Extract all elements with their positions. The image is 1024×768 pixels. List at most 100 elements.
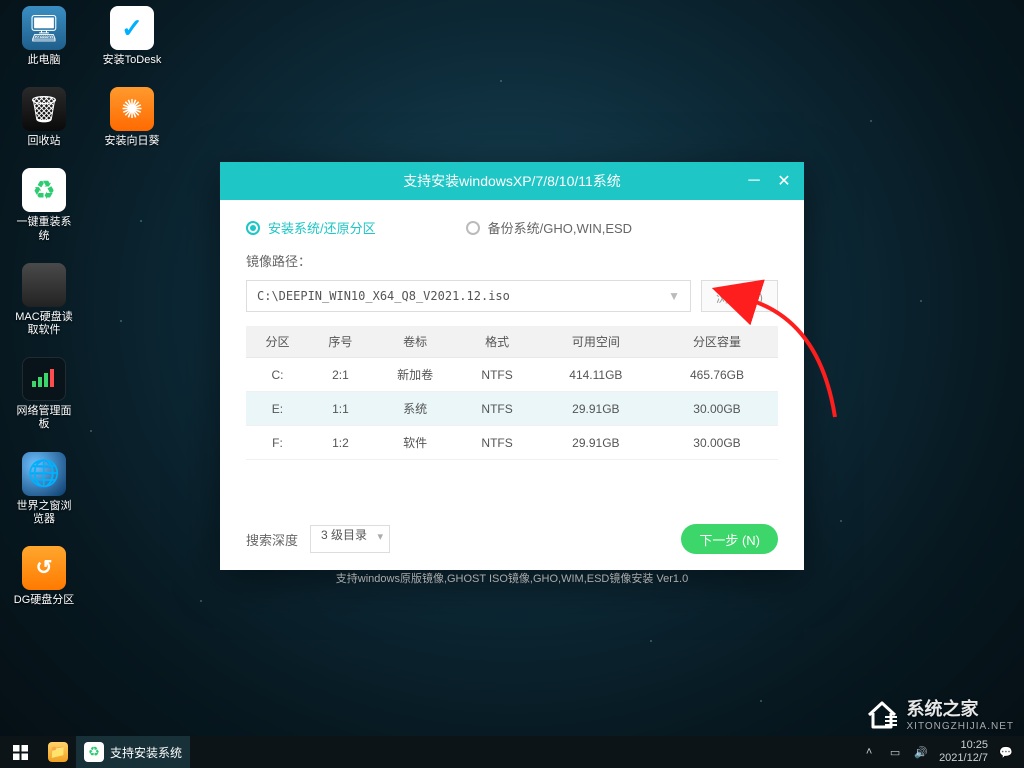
table-cell: 1:2 [309, 426, 372, 460]
image-path-combo[interactable]: C:\DEEPIN_WIN10_X64_Q8_V2021.12.iso ▼ [246, 280, 691, 312]
image-path-row: C:\DEEPIN_WIN10_X64_Q8_V2021.12.iso ▼ 浏览… [246, 280, 778, 312]
table-cell: NTFS [458, 392, 535, 426]
globe-icon: 🌐 [22, 452, 66, 496]
table-cell: 29.91GB [536, 392, 656, 426]
todesk-icon: ✓ [110, 6, 154, 50]
radio-backup[interactable]: 备份系统/GHO,WIN,ESD [466, 218, 632, 237]
icon-label: 安装ToDesk [103, 54, 162, 67]
col-index: 序号 [309, 326, 372, 358]
trash-icon: 🗑 [22, 87, 66, 131]
sunflower-icon: ✺ [110, 87, 154, 131]
watermark: 系统之家 XITONGZHIJIA.NET [865, 695, 1015, 732]
table-row[interactable]: E:1:1系统NTFS29.91GB30.00GB [246, 392, 778, 426]
tray-notifications-icon[interactable]: 💬 [998, 744, 1014, 760]
windows-icon [13, 745, 28, 760]
desktop-icon-net-panel[interactable]: 网络管理面板 [12, 357, 76, 431]
install-dialog: 支持安装windowsXP/7/8/10/11系统 ─ ✕ 安装系统/还原分区 … [220, 162, 804, 570]
search-depth-label: 搜索深度 [246, 530, 298, 549]
dialog-titlebar[interactable]: 支持安装windowsXP/7/8/10/11系统 ─ ✕ [220, 162, 804, 200]
taskbar-app-installer[interactable]: ♻ 支持安装系统 [76, 736, 190, 768]
icon-label: DG硬盘分区 [14, 594, 75, 607]
house-icon [865, 697, 899, 731]
partition-table: 分区 序号 卷标 格式 可用空间 分区容量 C:2:1新加卷NTFS414.11… [246, 326, 778, 460]
tray-chevron-icon[interactable]: ˄ [861, 744, 877, 760]
table-cell: C: [246, 358, 309, 392]
col-free: 可用空间 [536, 326, 656, 358]
icon-label: 安装向日葵 [105, 135, 160, 148]
dialog-body: 安装系统/还原分区 备份系统/GHO,WIN,ESD 镜像路径： C:\DEEP… [220, 200, 804, 596]
radio-dot-icon [246, 221, 260, 235]
desktop-icons: 🖥 此电脑 ✓ 安装ToDesk 🗑 回收站 ✺ 安装向日葵 ♻ 一键重装系统 [12, 6, 164, 607]
table-cell: 新加卷 [372, 358, 459, 392]
clock-time: 10:25 [939, 739, 988, 752]
minimize-button[interactable]: ─ [740, 168, 768, 194]
table-cell: 465.76GB [656, 358, 778, 392]
icon-label: 网络管理面板 [12, 405, 76, 431]
image-path-value: C:\DEEPIN_WIN10_X64_Q8_V2021.12.iso [257, 289, 668, 303]
desktop-icon-recycle-bin[interactable]: 🗑 回收站 [12, 87, 76, 148]
table-cell: 系统 [372, 392, 459, 426]
taskbar: 📁 ♻ 支持安装系统 ˄ ▭ 🔊 10:25 2021/12/7 💬 [0, 736, 1024, 768]
leaf-icon: ♻ [84, 742, 104, 762]
table-cell: 1:1 [309, 392, 372, 426]
radio-label: 备份系统/GHO,WIN,ESD [488, 218, 632, 237]
desktop-icon-world-browser[interactable]: 🌐 世界之窗浏览器 [12, 452, 76, 526]
desktop: 🖥 此电脑 ✓ 安装ToDesk 🗑 回收站 ✺ 安装向日葵 ♻ 一键重装系统 [0, 0, 1024, 768]
taskbar-app-label: 支持安装系统 [110, 744, 182, 761]
table-cell: NTFS [458, 358, 535, 392]
table-cell: 414.11GB [536, 358, 656, 392]
folder-icon: 📁 [48, 742, 68, 762]
mode-radio-group: 安装系统/还原分区 备份系统/GHO,WIN,ESD [246, 218, 778, 237]
system-tray: ˄ ▭ 🔊 10:25 2021/12/7 💬 [861, 739, 1024, 764]
table-cell: F: [246, 426, 309, 460]
col-size: 分区容量 [656, 326, 778, 358]
dg-icon: ↺ [22, 546, 66, 590]
next-button[interactable]: 下一步 (N) [681, 524, 778, 554]
clock-date: 2021/12/7 [939, 752, 988, 765]
table-cell: 2:1 [309, 358, 372, 392]
watermark-text: 系统之家 [907, 695, 1015, 721]
search-depth-select[interactable]: 3 级目录 [310, 525, 390, 553]
col-partition: 分区 [246, 326, 309, 358]
dialog-bottom-row: 搜索深度 3 级目录 下一步 (N) [246, 524, 778, 554]
chevron-down-icon[interactable]: ▼ [668, 289, 680, 303]
table-row[interactable]: F:1:2软件NTFS29.91GB30.00GB [246, 426, 778, 460]
start-button[interactable] [0, 736, 40, 768]
monitor-icon: 🖥 [22, 6, 66, 50]
table-cell: 29.91GB [536, 426, 656, 460]
dialog-footer-note: 支持windows原版镜像,GHOST ISO镜像,GHO,WIM,ESD镜像安… [246, 570, 778, 586]
apple-icon [22, 263, 66, 307]
radio-label: 安装系统/还原分区 [268, 218, 376, 237]
desktop-icon-reinstall[interactable]: ♻ 一键重装系统 [12, 168, 76, 242]
radio-install-restore[interactable]: 安装系统/还原分区 [246, 218, 376, 237]
icon-label: 此电脑 [28, 54, 61, 67]
browse-button[interactable]: 浏览 (B) [701, 280, 778, 312]
icon-label: MAC硬盘读取软件 [12, 311, 76, 337]
table-cell: 软件 [372, 426, 459, 460]
desktop-icon-dg-partition[interactable]: ↺ DG硬盘分区 [12, 546, 76, 607]
close-button[interactable]: ✕ [770, 168, 798, 194]
desktop-icon-this-pc[interactable]: 🖥 此电脑 [12, 6, 76, 67]
window-controls: ─ ✕ [740, 162, 798, 200]
table-header-row: 分区 序号 卷标 格式 可用空间 分区容量 [246, 326, 778, 358]
leaf-icon: ♻ [22, 168, 66, 212]
desktop-icon-mac-disk[interactable]: MAC硬盘读取软件 [12, 263, 76, 337]
desktop-icon-todesk[interactable]: ✓ 安装ToDesk [100, 6, 164, 67]
tray-volume-icon[interactable]: 🔊 [913, 744, 929, 760]
taskbar-file-explorer[interactable]: 📁 [40, 736, 76, 768]
icon-label: 回收站 [28, 135, 61, 148]
image-path-label: 镜像路径： [246, 251, 778, 270]
desktop-icon-sunflower[interactable]: ✺ 安装向日葵 [100, 87, 164, 148]
table-cell: 30.00GB [656, 392, 778, 426]
tray-ime-icon[interactable]: ▭ [887, 744, 903, 760]
table-cell: NTFS [458, 426, 535, 460]
icon-label: 世界之窗浏览器 [12, 500, 76, 526]
icon-label: 一键重装系统 [12, 216, 76, 242]
col-label: 卷标 [372, 326, 459, 358]
table-cell: E: [246, 392, 309, 426]
taskbar-clock[interactable]: 10:25 2021/12/7 [939, 739, 988, 764]
dialog-title: 支持安装windowsXP/7/8/10/11系统 [403, 171, 621, 191]
watermark-sub: XITONGZHIJIA.NET [907, 721, 1015, 732]
table-cell: 30.00GB [656, 426, 778, 460]
table-row[interactable]: C:2:1新加卷NTFS414.11GB465.76GB [246, 358, 778, 392]
